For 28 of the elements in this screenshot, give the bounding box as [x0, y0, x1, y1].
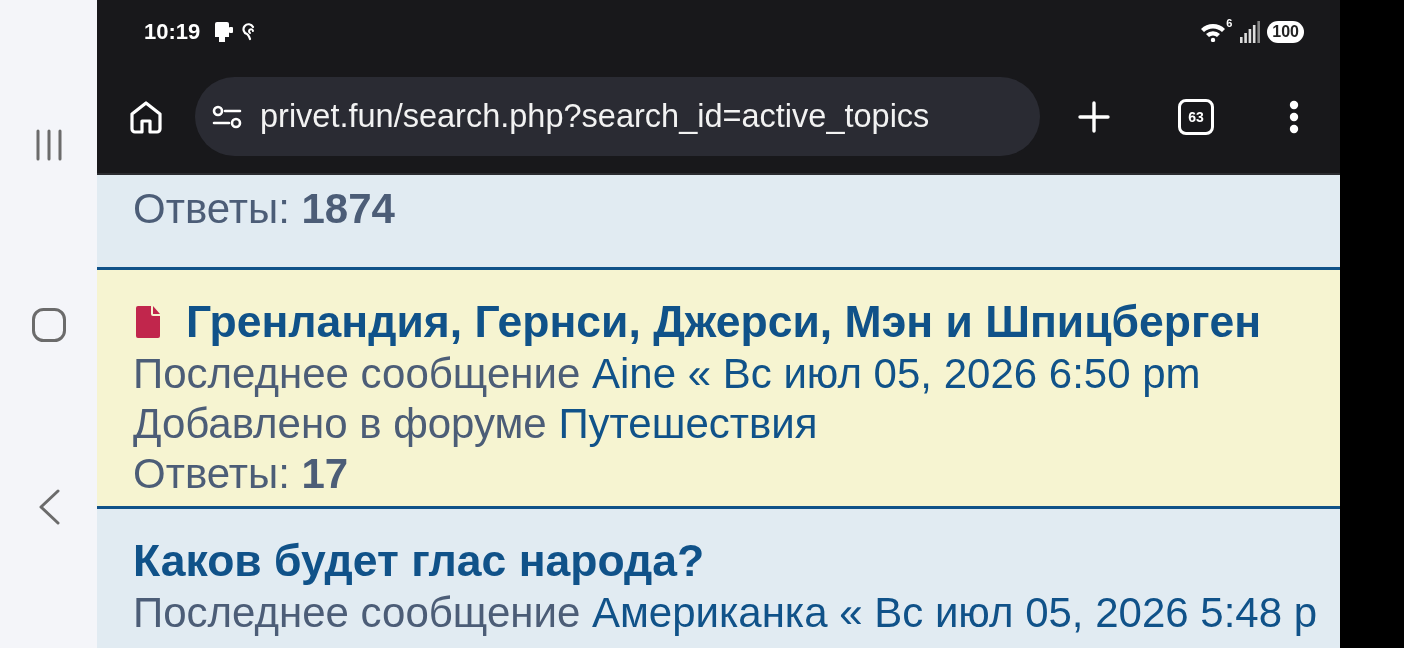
post-time-link[interactable]: « Вс июл 05, 2026 6:50 pm — [687, 350, 1201, 397]
author-link[interactable]: Aine — [591, 350, 676, 397]
topic-title-link[interactable]: Каков будет глас народа? — [133, 534, 705, 588]
forum-link[interactable]: Путешествия — [558, 400, 818, 447]
last-post-info: Последнее сообщение Американка « Вс июл 05, 2026 5:48 p — [133, 588, 1319, 638]
replies-count: Ответы: 1874 — [133, 184, 396, 234]
recents-icon — [34, 129, 63, 161]
plus-icon — [1078, 100, 1110, 133]
forum-info: Добавлено в форуме Путешествия — [133, 399, 819, 449]
home-icon — [31, 308, 66, 342]
address-bar[interactable]: privet.fun/search.php?search_id=active_topics — [195, 77, 1040, 156]
back-icon — [37, 489, 60, 525]
wifi-icon — [1200, 22, 1227, 42]
wifi-label: 6 — [1226, 17, 1233, 29]
signal-icon — [1240, 21, 1261, 43]
url-text: privet.fun/search.php?search_id=active_topics — [260, 98, 930, 135]
more-icon — [1289, 99, 1299, 134]
clock-time: 10:19 — [144, 19, 201, 45]
sliders-icon — [212, 104, 242, 129]
topic-title-link[interactable]: Гренландия, Гернси, Джерси, Мэн и Шпицберген — [186, 295, 1262, 349]
last-post-info: Последнее сообщение Aine « Вс июл 05, 2026 6:50 pm — [133, 349, 1202, 399]
replies-count: Ответы: 17 — [133, 449, 350, 499]
author-link[interactable]: Американка — [591, 589, 828, 636]
home-icon — [129, 99, 163, 134]
tab-switcher-button[interactable]: 63 — [1178, 98, 1214, 135]
device-icon — [212, 21, 235, 43]
battery-indicator: 100 — [1267, 21, 1304, 43]
post-time-link[interactable]: « Вс июл 05, 2026 5:48 p — [839, 589, 1318, 636]
